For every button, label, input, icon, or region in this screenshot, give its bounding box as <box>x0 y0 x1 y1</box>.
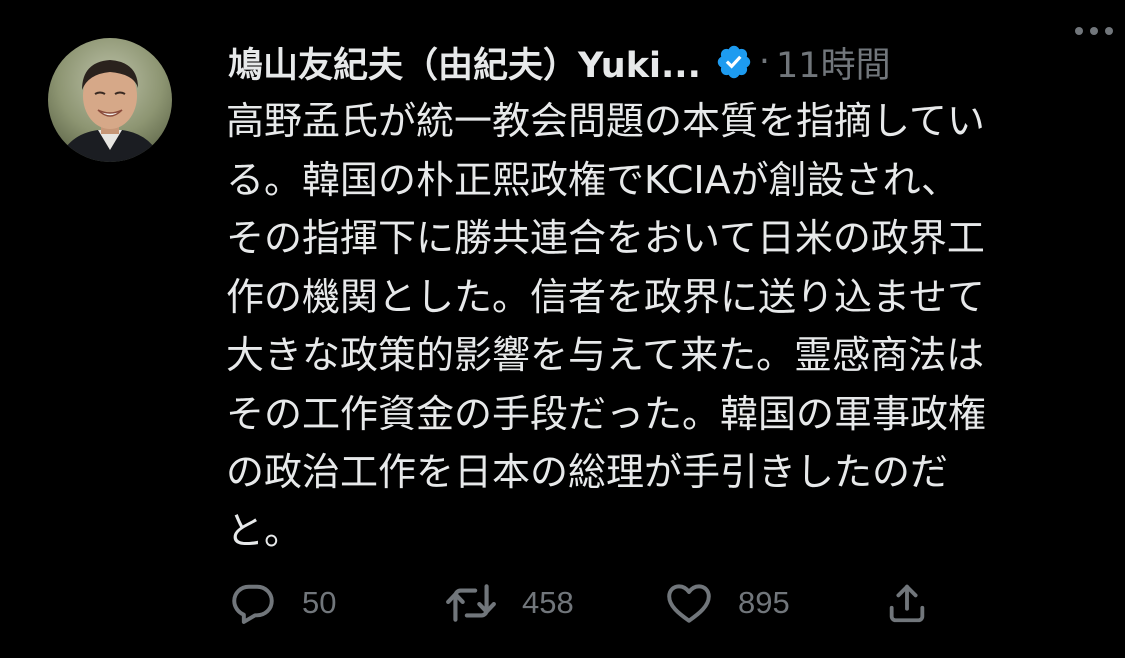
tweet-text-line: 作の機関とした。信者を政界に送り込ませて <box>226 274 985 319</box>
tweet-text-line: 高野孟氏が統一教会問題の本質を指摘してい <box>226 99 985 143</box>
share-button[interactable] <box>884 576 930 630</box>
tweet-text-line: 大きな政策的影響を与えて来た。霊感商法は <box>226 333 985 377</box>
like-count: 895 <box>738 585 790 620</box>
reply-button[interactable]: 50 <box>228 576 336 630</box>
tweet-timestamp[interactable]: 11時間 <box>776 37 891 88</box>
tweet-text-line: の政治工作を日本の総理が手引きしたのだ <box>226 450 949 494</box>
avatar[interactable] <box>48 38 172 162</box>
tweet-text-line: る。韓国の朴正熙政権でKCIAが創設され、 <box>226 157 959 202</box>
tweet-text-line: と。 <box>226 508 303 553</box>
heart-icon <box>667 584 711 623</box>
tweet-header: 鳩山友紀夫（由紀夫）Yuki... · 11時間 <box>228 34 1098 90</box>
tweet[interactable]: 鳩山友紀夫（由紀夫）Yuki... · 11時間 高野孟氏が統一教会問題の本質を… <box>0 0 1125 658</box>
more-options-icon[interactable] <box>1073 22 1115 35</box>
avatar-photo <box>48 38 172 162</box>
tweet-text: 高野孟氏が統一教会問題の本質を指摘してい る。韓国の朴正熙政権でKCIAが創設さ… <box>226 92 1086 560</box>
tweet-separator: · <box>758 42 771 82</box>
like-button[interactable]: 895 <box>664 576 790 630</box>
retweet-icon <box>446 584 496 622</box>
tweet-text-line: その工作資金の手段だった。韓国の軍事政権 <box>226 391 987 436</box>
reply-count: 50 <box>302 585 337 620</box>
share-icon <box>889 584 925 623</box>
display-name[interactable]: 鳩山友紀夫（由紀夫）Yuki... <box>228 37 701 88</box>
tweet-text-line: その指揮下に勝共連合をおいて日米の政界工 <box>226 216 985 260</box>
tweet-actions: 50 458 895 <box>228 576 1088 630</box>
reply-icon <box>232 584 274 624</box>
verified-badge-icon <box>715 43 753 81</box>
retweet-count: 458 <box>522 585 574 620</box>
retweet-button[interactable]: 458 <box>444 576 574 630</box>
